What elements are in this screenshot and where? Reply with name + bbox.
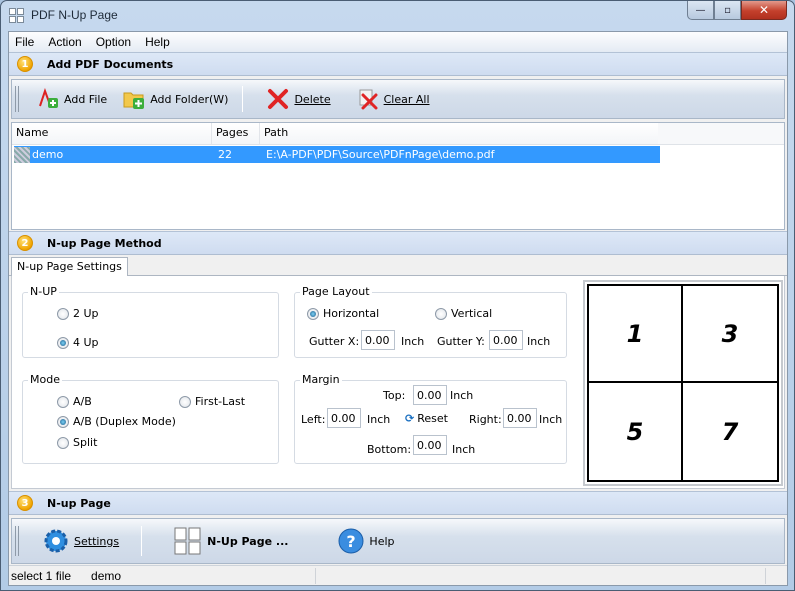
add-folder-button[interactable]: Add Folder(W) — [115, 88, 236, 110]
gutter-y-input[interactable]: 0.00 — [489, 330, 523, 350]
margin-group-label: Margin — [300, 373, 342, 386]
status-selection: select 1 file — [11, 568, 72, 583]
menu-file[interactable]: File — [15, 35, 34, 49]
pages-grid-icon — [174, 527, 202, 555]
menu-option[interactable]: Option — [96, 35, 131, 49]
file-path: E:\A-PDF\PDF\Source\PDFnPage\demo.pdf — [266, 148, 495, 161]
title-bar[interactable]: PDF N-Up Page — ▫ ✕ — [1, 1, 794, 31]
toolbar-grip[interactable] — [15, 525, 19, 557]
app-icon — [9, 8, 24, 23]
clear-all-icon — [357, 88, 379, 110]
section-title: N-up Page Method — [47, 236, 162, 250]
toolbar-separator — [141, 525, 143, 557]
file-list-header: Name Pages Path — [12, 123, 658, 145]
tab-strip: N-up Page Settings — [9, 256, 787, 277]
reset-button[interactable]: ⟳ Reset — [405, 412, 448, 425]
menu-bar: File Action Option Help — [9, 32, 787, 52]
margin-right-input[interactable]: 0.00 — [503, 408, 537, 428]
settings-button[interactable]: Settings — [29, 528, 127, 554]
step-badge: 3 — [17, 495, 33, 511]
delete-button[interactable]: Delete — [259, 88, 338, 110]
window-title: PDF N-Up Page — [31, 8, 118, 22]
step-badge: 2 — [17, 235, 33, 251]
section-title: N-up Page — [47, 496, 111, 510]
radio-split[interactable]: Split — [57, 436, 97, 449]
gutter-x-label: Gutter X: — [309, 335, 360, 348]
section-nup-method: 2 N-up Page Method — [9, 231, 787, 255]
top-label: Top: — [383, 389, 406, 402]
right-label: Right: — [469, 413, 502, 426]
add-file-button[interactable]: Add File — [29, 87, 115, 110]
menu-action[interactable]: Action — [48, 35, 81, 49]
page-layout-label: Page Layout — [300, 285, 372, 298]
bottom-label: Bottom: — [367, 443, 412, 456]
unit-label: Inch — [539, 413, 563, 426]
unit-label: Inch — [401, 335, 425, 348]
page-layout-group: Page Layout Horizontal Vertical Gutter X… — [294, 285, 567, 358]
file-name: demo — [32, 148, 64, 161]
unit-label: Inch — [450, 389, 474, 402]
minimize-button[interactable]: — — [687, 1, 714, 20]
nup-toolbar: Settings N-Up Page ... ? Help — [11, 518, 785, 564]
tab-nup-settings[interactable]: N-up Page Settings — [11, 257, 128, 277]
help-button[interactable]: ? Help — [296, 528, 402, 554]
toolbar-separator — [242, 85, 244, 113]
margin-top-input[interactable]: 0.00 — [413, 385, 447, 405]
radio-horizontal[interactable]: Horizontal — [307, 307, 379, 320]
status-bar: select 1 file demo — [9, 565, 787, 585]
preview-page: 1 — [589, 286, 683, 383]
help-icon: ? — [338, 528, 364, 554]
nup-group: N-UP 2 Up 4 Up — [22, 285, 279, 358]
add-pdf-icon — [37, 87, 59, 110]
unit-label: Inch — [527, 335, 551, 348]
radio-2up[interactable]: 2 Up — [57, 307, 99, 320]
preview-page: 7 — [721, 417, 739, 446]
documents-toolbar: Add File Add Folder(W) Delete Clear All — [11, 79, 785, 119]
radio-first-last[interactable]: First-Last — [179, 395, 245, 408]
preview-page: 3 — [683, 286, 777, 383]
maximize-button[interactable]: ▫ — [714, 1, 741, 20]
step-badge: 1 — [17, 56, 33, 72]
layout-preview: 1 3 5 7 — [583, 280, 783, 486]
column-pages[interactable]: Pages — [212, 123, 260, 144]
pdf-file-icon — [14, 146, 30, 163]
gear-icon — [43, 528, 69, 554]
client-area: File Action Option Help 1 Add PDF Docume… — [8, 31, 788, 586]
unit-label: Inch — [452, 443, 476, 456]
unit-label: Inch — [367, 413, 391, 426]
file-row[interactable]: demo 22 E:\A-PDF\PDF\Source\PDFnPage\dem… — [14, 146, 660, 163]
section-nup-page: 3 N-up Page — [9, 491, 787, 515]
app-window: PDF N-Up Page — ▫ ✕ File Action Option H… — [0, 0, 795, 591]
mode-group: Mode A/B First-Last A/B (Duplex Mode) Sp… — [22, 373, 279, 464]
left-label: Left: — [301, 413, 326, 426]
radio-vertical[interactable]: Vertical — [435, 307, 492, 320]
nup-page-button[interactable]: N-Up Page ... — [148, 527, 296, 555]
radio-ab[interactable]: A/B — [57, 395, 92, 408]
file-list[interactable]: Name Pages Path demo 22 E:\A-PDF\PDF\Sou… — [11, 122, 785, 230]
preview-page: 5 — [589, 383, 683, 480]
refresh-icon: ⟳ — [405, 412, 415, 425]
menu-help[interactable]: Help — [145, 35, 170, 49]
gutter-y-label: Gutter Y: — [437, 335, 485, 348]
clear-all-button[interactable]: Clear All — [349, 88, 438, 110]
status-file: demo — [91, 568, 122, 583]
margin-bottom-input[interactable]: 0.00 — [413, 435, 447, 455]
column-name[interactable]: Name — [12, 123, 212, 144]
radio-ab-duplex[interactable]: A/B (Duplex Mode) — [57, 415, 176, 428]
file-pages: 22 — [218, 148, 232, 161]
gutter-x-input[interactable]: 0.00 — [361, 330, 395, 350]
section-add-documents: 1 Add PDF Documents — [9, 52, 787, 76]
close-button[interactable]: ✕ — [741, 1, 787, 20]
add-folder-icon — [123, 88, 145, 110]
margin-group: Margin Top: 0.00 Inch Left: 0.00 Inch ⟳ R… — [294, 373, 567, 464]
radio-4up[interactable]: 4 Up — [57, 336, 99, 349]
toolbar-grip[interactable] — [15, 85, 19, 113]
column-path[interactable]: Path — [260, 123, 658, 144]
delete-x-icon — [267, 88, 289, 110]
nup-group-label: N-UP — [28, 285, 59, 298]
svg-text:?: ? — [347, 532, 356, 551]
margin-left-input[interactable]: 0.00 — [327, 408, 361, 428]
section-title: Add PDF Documents — [47, 57, 174, 71]
mode-group-label: Mode — [28, 373, 62, 386]
